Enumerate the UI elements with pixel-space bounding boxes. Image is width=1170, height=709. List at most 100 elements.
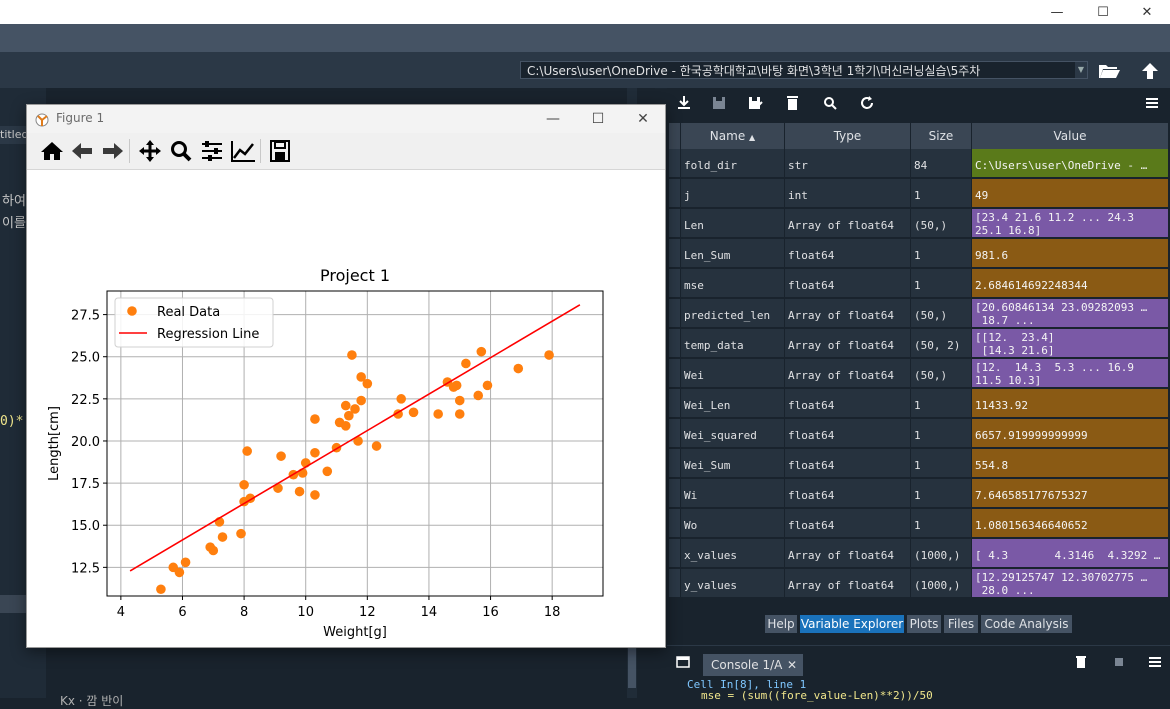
data-point [180, 557, 191, 568]
variable-name[interactable]: Len_Sum [681, 239, 785, 268]
home-icon[interactable] [39, 139, 65, 163]
variable-value[interactable]: 11433.92 [972, 389, 1169, 418]
variable-row[interactable]: Wi float64 1 7.646585177675327 [669, 479, 1169, 509]
close-icon[interactable]: ✕ [787, 654, 797, 676]
working-directory-combo[interactable]: C:\Users\user\OneDrive - 한국공학대학교\바탕 화면\3… [520, 61, 1088, 79]
console-window-icon[interactable] [675, 654, 691, 670]
arrow-up-icon[interactable] [1139, 61, 1161, 81]
variable-row[interactable]: temp_data Array of float64 (50, 2) [[12. 23… [669, 329, 1169, 359]
close-button[interactable]: ✕ [633, 109, 653, 129]
save-as-icon[interactable] [746, 94, 764, 112]
chevron-down-icon[interactable]: ▼ [1075, 62, 1087, 78]
variable-table-header: Name ▲ Type Size Value [669, 123, 1169, 149]
variable-row[interactable]: Wei_Sum float64 1 554.8 [669, 449, 1169, 479]
column-header-type[interactable]: Type [785, 123, 911, 149]
variable-value[interactable]: [12.29125747 12.30702775 … 28.0 ... [972, 569, 1169, 598]
console-pane[interactable]: Console 1/A ✕ Cell In[8], line 1 mse = (… [667, 645, 1170, 702]
tab-help[interactable]: Help [765, 615, 797, 633]
tab-plots[interactable]: Plots [907, 615, 941, 633]
variable-row[interactable]: Wei Array of float64 (50,) [12. 14.3 5.3 ..… [669, 359, 1169, 389]
variable-name[interactable]: Wei_Len [681, 389, 785, 418]
variable-row[interactable]: mse float64 1 2.684614692248344 [669, 269, 1169, 299]
close-button[interactable]: ✕ [1124, 0, 1170, 24]
variable-row[interactable]: Len_Sum float64 1 981.6 [669, 239, 1169, 269]
column-header-value[interactable]: Value [972, 123, 1169, 149]
column-header-name[interactable]: Name ▲ [681, 123, 785, 149]
variable-value[interactable]: [ 4.3 4.3146 4.3292 … [972, 539, 1169, 568]
tab-code-analysis[interactable]: Code Analysis [981, 615, 1072, 633]
save-data-icon[interactable] [710, 94, 728, 112]
clear-console-icon[interactable] [1073, 654, 1089, 670]
maximize-button[interactable]: ☐ [588, 109, 608, 129]
variable-type: float64 [785, 239, 911, 268]
variable-value[interactable]: C:\Users\user\OneDrive - … [972, 149, 1169, 178]
variable-row[interactable]: y_values Array of float64 (1000,) [12.29125… [669, 569, 1169, 599]
variable-name[interactable]: j [681, 179, 785, 208]
variable-name[interactable]: y_values [681, 569, 785, 598]
variable-value[interactable]: [23.4 21.6 11.2 ... 24.3 25.1 16.8] [972, 209, 1169, 238]
variable-value[interactable]: [12. 14.3 5.3 ... 16.9 11.5 10.3] [972, 359, 1169, 388]
variable-name[interactable]: x_values [681, 539, 785, 568]
data-point [242, 446, 252, 456]
refresh-icon[interactable] [858, 94, 876, 112]
plot-canvas[interactable]: 4 6 8 10 12 14 16 18 12.5 15.0 17.5 20.0 22.5 25.0 27.… [27, 169, 665, 647]
y-tick-label: 20.0 [71, 435, 100, 450]
hamburger-menu-icon[interactable] [1147, 654, 1163, 670]
maximize-button[interactable]: ☐ [1080, 0, 1126, 24]
variable-value[interactable]: 2.684614692248344 [972, 269, 1169, 298]
variable-name[interactable]: fold_dir [681, 149, 785, 178]
save-figure-icon[interactable] [267, 139, 293, 163]
variable-row[interactable]: predicted_len Array of float64 (50,) [20.60… [669, 299, 1169, 329]
variable-row[interactable]: x_values Array of float64 (1000,)[ 4.3 4.3… [669, 539, 1169, 569]
variable-name[interactable]: predicted_len [681, 299, 785, 328]
column-header-size[interactable]: Size [911, 123, 972, 149]
variable-name[interactable]: temp_data [681, 329, 785, 358]
folder-open-icon[interactable] [1097, 61, 1121, 81]
variable-row[interactable]: Wo float64 1 1.080156346640652 [669, 509, 1169, 539]
variable-row[interactable]: Len Array of float64 (50,) [23.4 21.6 11.2 … [669, 209, 1169, 239]
minimize-button[interactable]: — [1034, 0, 1080, 24]
figure-window[interactable]: Figure 1 — ☐ ✕ 4 6 8 10 12 14 16 18 12.5 15.0 17.5… [26, 104, 666, 648]
variable-row[interactable]: Wei_Len float64 1 11433.92 [669, 389, 1169, 419]
variable-value[interactable]: 554.8 [972, 449, 1169, 478]
variable-value[interactable]: [[12. 23.4] [14.3 21.6] [972, 329, 1169, 358]
variable-value[interactable]: 981.6 [972, 239, 1169, 268]
configure-subplots-icon[interactable] [199, 139, 225, 163]
figure-title-bar[interactable]: Figure 1 — ☐ ✕ [27, 105, 665, 133]
variable-value[interactable]: 6657.919999999999 [972, 419, 1169, 448]
import-data-icon[interactable] [675, 94, 693, 112]
figure-title: Figure 1 [56, 111, 105, 125]
minimize-button[interactable]: — [543, 109, 563, 129]
back-arrow-icon[interactable] [69, 139, 95, 163]
search-icon[interactable] [821, 94, 839, 112]
delete-icon[interactable] [783, 94, 801, 112]
variable-name[interactable]: Wei [681, 359, 785, 388]
data-point [356, 395, 366, 406]
hamburger-menu-icon[interactable] [1143, 94, 1161, 112]
variable-value[interactable]: [20.60846134 23.09282093 … 18.7 ... [972, 299, 1169, 328]
variable-name[interactable]: Wi [681, 479, 785, 508]
variable-row[interactable]: j int 1 49 [669, 179, 1169, 209]
variable-row[interactable]: Wei_squared float64 1 6657.919999999999 [669, 419, 1169, 449]
variable-value[interactable]: 49 [972, 179, 1169, 208]
tab-files[interactable]: Files [944, 615, 978, 633]
variable-name[interactable]: mse [681, 269, 785, 298]
edit-axes-icon[interactable] [230, 139, 256, 163]
variable-value[interactable]: 7.646585177675327 [972, 479, 1169, 508]
variable-name[interactable]: Wei_squared [681, 419, 785, 448]
stop-icon[interactable] [1111, 654, 1127, 670]
tab-variable-explorer[interactable]: Variable Explorer [800, 615, 904, 633]
variable-name[interactable]: Len [681, 209, 785, 238]
console-tab[interactable]: Console 1/A ✕ [703, 654, 803, 676]
variable-name[interactable]: Wei_Sum [681, 449, 785, 478]
editor-bottom-text: Kx · 깜 반이 [60, 694, 124, 708]
variable-value[interactable]: 1.080156346640652 [972, 509, 1169, 538]
editor-tab-untitled[interactable]: titled [0, 126, 28, 144]
data-point [350, 404, 360, 414]
forward-arrow-icon[interactable] [100, 139, 126, 163]
zoom-magnifier-icon[interactable] [168, 139, 194, 163]
pan-move-icon[interactable] [137, 139, 163, 163]
variable-row[interactable]: fold_dir str 84 C:\Users\user\OneDrive - … [669, 149, 1169, 179]
scatter-chart[interactable]: 4 6 8 10 12 14 16 18 12.5 15.0 17.5 20.0 22.5 25.0 27.… [27, 169, 665, 647]
variable-name[interactable]: Wo [681, 509, 785, 538]
